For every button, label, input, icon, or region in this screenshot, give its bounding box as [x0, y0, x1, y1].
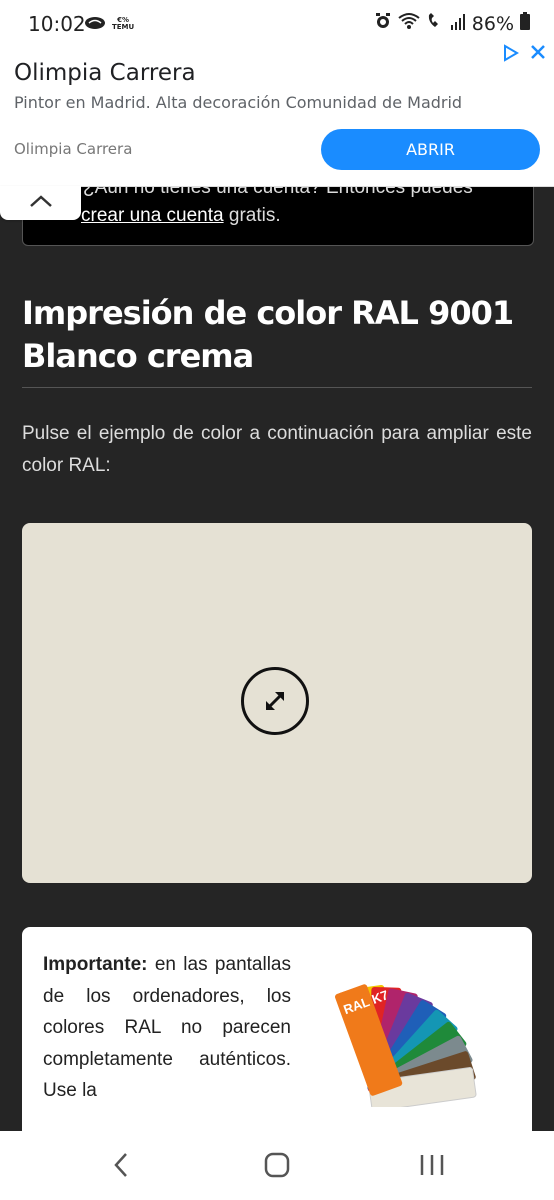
notice-body: en las pantallas de los ordenadores, los… [43, 954, 291, 1101]
alarm-icon [374, 12, 392, 35]
ral-fan-deck-image: RAL K7 [334, 977, 504, 1112]
back-icon[interactable] [110, 1151, 134, 1179]
title-divider [22, 387, 532, 388]
battery-icon [520, 12, 530, 35]
color-swatch[interactable] [22, 523, 532, 883]
chevron-up-icon [29, 194, 53, 213]
cloud-icon [84, 14, 106, 34]
ad-title[interactable]: Olimpia Carrera [14, 60, 196, 86]
close-icon[interactable] [530, 44, 546, 67]
ad-collapse-button[interactable] [0, 186, 81, 220]
adchoices-icon[interactable] [502, 44, 520, 67]
notice-label: Importante: [43, 954, 148, 975]
home-icon[interactable] [263, 1151, 291, 1179]
ad-open-button[interactable]: ABRIR [321, 129, 540, 170]
status-time: 10:02 [28, 12, 86, 36]
notice-card: Importante: en las pantallas de los orde… [22, 927, 532, 1157]
recents-icon[interactable] [418, 1151, 446, 1179]
temu-icon: €% TEMU [112, 16, 135, 31]
signal-icon [450, 13, 466, 35]
wifi-icon [398, 12, 420, 35]
status-bar: 10:02 €% TEMU 86% [0, 0, 554, 42]
wifi-call-icon [426, 12, 444, 35]
system-nav-bar [0, 1131, 554, 1200]
ad-banner[interactable]: Olimpia Carrera Pintor en Madrid. Alta d… [0, 42, 554, 187]
ad-advertiser: Olimpia Carrera [14, 140, 133, 158]
battery-percentage: 86% [471, 12, 514, 35]
expand-icon[interactable] [241, 667, 309, 735]
login-prompt-suffix: gratis. [223, 205, 281, 226]
page-title: Impresión de color RAL 9001 Blanco crema [22, 294, 514, 375]
ad-description: Pintor en Madrid. Alta decoración Comuni… [14, 93, 463, 112]
intro-text: Pulse el ejemplo de color a continuación… [22, 423, 532, 476]
notice-text: Importante: en las pantallas de los orde… [43, 949, 291, 1107]
create-account-link[interactable]: crear una cuenta [81, 205, 224, 226]
